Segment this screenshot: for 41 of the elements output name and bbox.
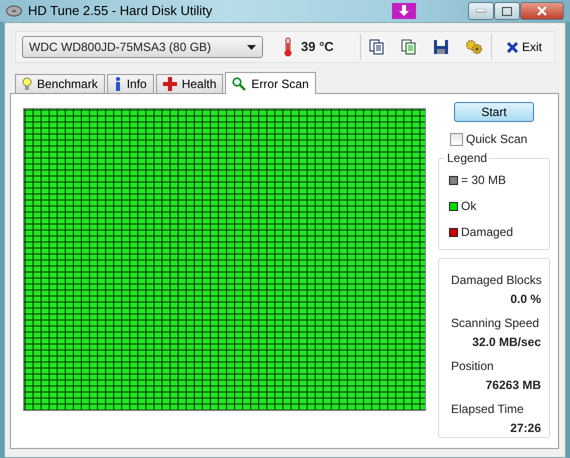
copy-sheet-icon[interactable]: [400, 39, 417, 55]
exit-button[interactable]: Exit: [506, 38, 542, 56]
legend-label: Ok: [461, 198, 476, 215]
minimize-icon: [476, 9, 486, 13]
caret-icon: [247, 44, 256, 50]
close-button[interactable]: [520, 2, 564, 20]
tab[interactable]: Error Scan: [225, 72, 316, 94]
stat-value: 76263 MB: [484, 377, 541, 394]
disk-icon: [6, 5, 22, 17]
quick-scan-checkbox[interactable]: [450, 132, 463, 146]
cross-icon: [162, 77, 177, 91]
thermometer-icon: [283, 37, 293, 57]
maximize-button[interactable]: [494, 2, 520, 20]
save-icon[interactable]: [432, 39, 449, 55]
quick-scan-label: Quick Scan: [466, 131, 528, 148]
tab[interactable]: Info: [106, 74, 154, 93]
stat-label: Damaged Blocks: [451, 272, 541, 289]
bulb-icon: [22, 77, 32, 91]
stat-label: Elapsed Time: [451, 401, 525, 418]
stat-label: Position: [451, 358, 495, 375]
gears-icon[interactable]: [464, 39, 483, 55]
legend-title: Legend: [445, 151, 490, 165]
legend-label: Damaged: [461, 224, 514, 241]
close-icon: [506, 40, 519, 54]
tab[interactable]: Health: [156, 74, 224, 93]
stat-value: 27:26: [509, 420, 541, 437]
drive-dropdown[interactable]: WDC WD800JD-75MSA3 (80 GB): [22, 36, 263, 58]
temperature-reading: 39 °C: [301, 38, 334, 56]
start-button[interactable]: Start: [454, 102, 534, 122]
stat-label: Scanning Speed: [451, 315, 540, 332]
minimize-button[interactable]: [468, 2, 494, 20]
copy-icon[interactable]: [368, 39, 385, 55]
legend-label: = 30 MB: [461, 172, 506, 189]
window-title: HD Tune 2.55 - Hard Disk Utility: [28, 2, 212, 20]
info-icon: [114, 77, 122, 91]
tab[interactable]: Benchmark: [15, 74, 105, 93]
stat-value: 32.0 MB/sec: [471, 334, 541, 351]
search-icon: [232, 76, 246, 90]
stat-value: 0.0 %: [509, 291, 541, 308]
maximize-icon: [502, 6, 512, 16]
close-icon: [537, 6, 547, 16]
